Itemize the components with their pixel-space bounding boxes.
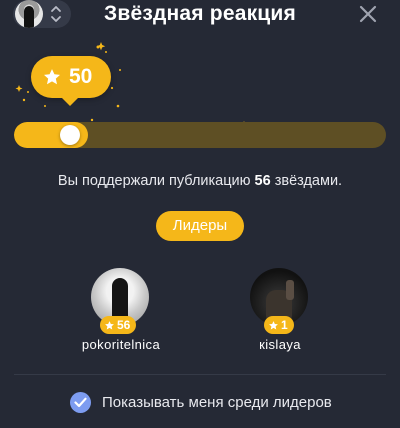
star-count-bubble: 50 [31, 56, 111, 106]
support-summary-prefix: Вы поддержали публикацию [57, 173, 255, 189]
star-badge-count: 1 [281, 318, 288, 332]
leader-name: pokoritelnica [81, 337, 161, 352]
star-icon [44, 69, 60, 85]
star-icon [269, 321, 278, 330]
support-summary-suffix: звёздами. [270, 173, 343, 189]
leader-name: кislaya [259, 337, 301, 352]
checkmark-icon [74, 397, 87, 408]
show-in-leaders-checkbox[interactable] [70, 392, 91, 413]
star-badge: 1 [264, 316, 294, 334]
divider [14, 374, 386, 375]
star-badge: 56 [100, 316, 137, 334]
header: Звёздная реакция [0, 0, 400, 32]
leader-item[interactable]: 1 кislaya [220, 268, 340, 358]
stars-slider-thumb[interactable] [60, 125, 80, 145]
star-badge-count: 56 [117, 318, 131, 332]
support-summary: Вы поддержали публикацию 56 звёздами. [0, 173, 400, 189]
star-count-value: 50 [69, 65, 93, 88]
leaders-button[interactable]: Лидеры [156, 211, 244, 241]
close-icon[interactable] [356, 2, 380, 26]
star-icon [105, 321, 114, 330]
dialog-title: Звёздная реакция [104, 2, 296, 25]
show-in-leaders-label[interactable]: Показывать меня среди лидеров [102, 394, 332, 411]
leader-item[interactable]: 56 pokoritelnica [61, 268, 181, 358]
support-summary-count: 56 [254, 173, 271, 189]
